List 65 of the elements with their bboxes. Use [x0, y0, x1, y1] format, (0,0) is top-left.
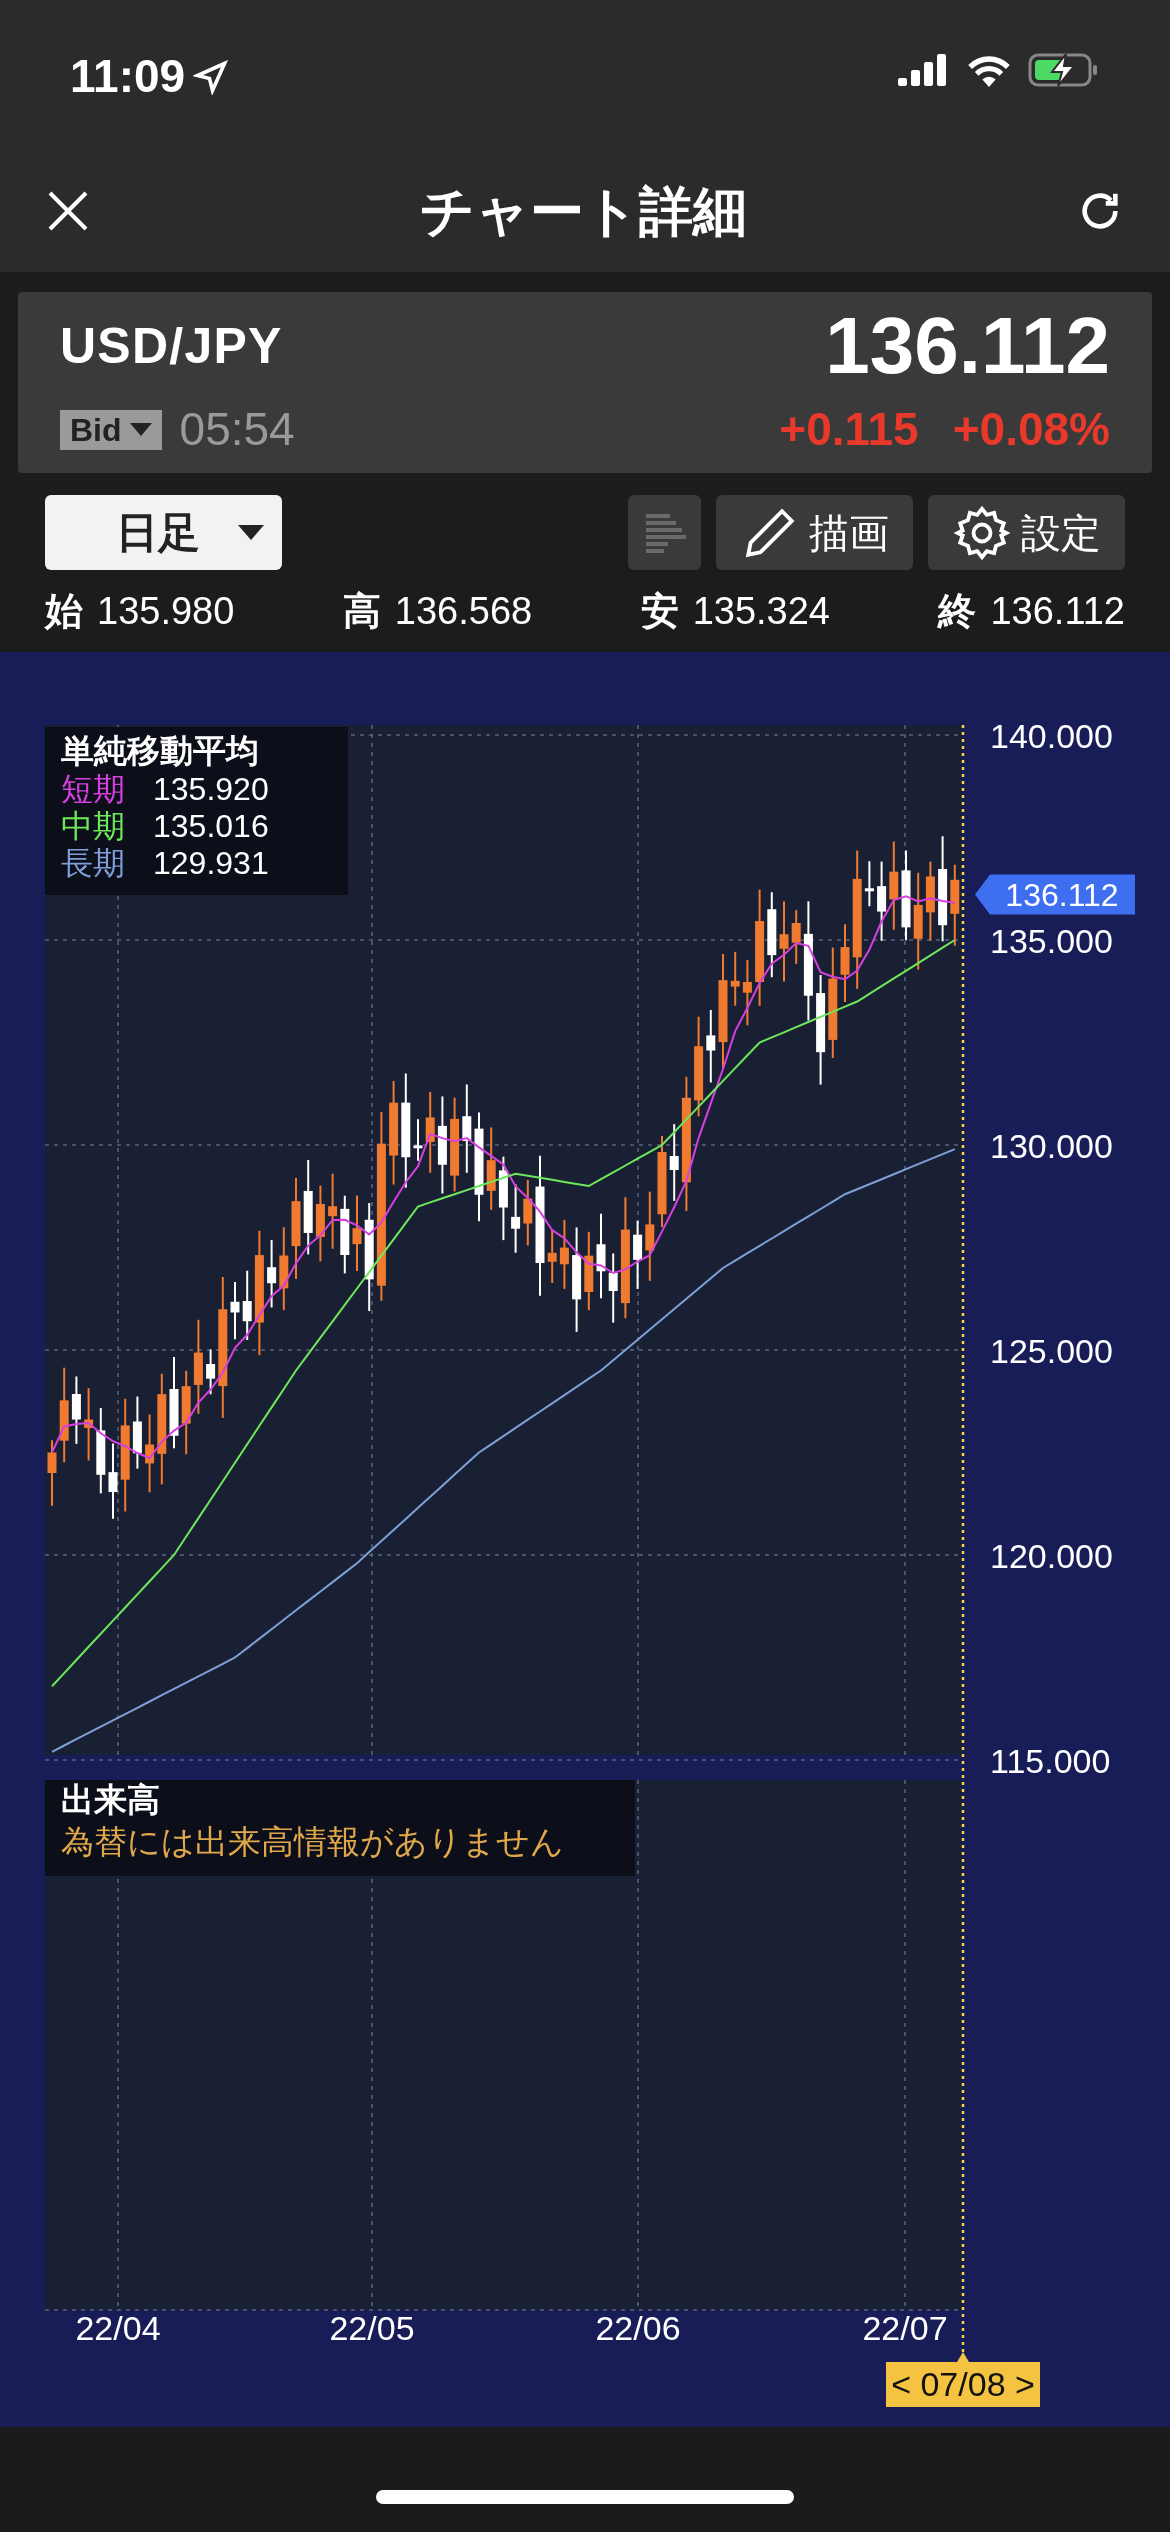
ohlc-label: 安 — [640, 588, 679, 634]
price-axis-label: 130.000 — [990, 1127, 1113, 1165]
volume-title: 出来高 — [61, 1780, 161, 1820]
candlestick — [47, 1439, 57, 1507]
legend-label: 長期 — [61, 845, 125, 882]
candlestick — [791, 909, 801, 965]
price-change-percent: +0.08% — [952, 402, 1110, 457]
date-axis-label: 22/04 — [75, 2309, 161, 2347]
wifi-icon — [966, 53, 1012, 87]
settings-button[interactable]: 設定 — [928, 495, 1125, 570]
date-axis-label: 22/06 — [595, 2309, 681, 2347]
legend-label: 短期 — [61, 771, 125, 808]
candlestick — [547, 1228, 557, 1284]
date-axis-label: 22/07 — [862, 2309, 948, 2347]
close-icon — [48, 191, 88, 231]
ohlc-value: 136.568 — [394, 588, 533, 634]
volume-message: 為替には出来高情報がありません — [61, 1822, 565, 1862]
ohlc-value: 136.112 — [990, 588, 1125, 634]
candlestick — [523, 1178, 533, 1247]
candlestick — [206, 1348, 216, 1396]
candlestick — [730, 950, 740, 1007]
candlestick — [559, 1218, 569, 1290]
candlestick — [230, 1281, 240, 1341]
ohlc-label: 始 — [45, 588, 83, 634]
price-axis-label: 120.000 — [990, 1537, 1113, 1575]
draw-button[interactable]: 描画 — [716, 495, 913, 570]
ohlc-value: 135.980 — [97, 588, 235, 634]
quote-time: 05:54 — [179, 402, 295, 457]
candlestick — [608, 1252, 618, 1324]
current-price: 136.112 — [825, 301, 1110, 391]
status-time: 11:09 — [70, 49, 186, 104]
legend-value: 135.920 — [153, 771, 269, 808]
price-change: +0.115 — [779, 402, 919, 457]
period-dropdown[interactable]: 日足 — [45, 495, 282, 570]
ohlc-label: 高 — [342, 588, 381, 634]
battery-charging-icon — [1028, 52, 1100, 88]
candlestick — [413, 1118, 423, 1162]
cursor-date-badge: < 07/08 > — [886, 2352, 1040, 2407]
caret-icon — [129, 422, 152, 437]
legend-label: 中期 — [61, 808, 125, 845]
price-axis-label: 135.000 — [990, 922, 1113, 960]
location-arrow-icon — [193, 58, 230, 95]
price-type-dropdown[interactable]: Bid — [60, 409, 162, 450]
candlestick — [633, 1219, 643, 1290]
ohlc-value: 135.324 — [692, 588, 830, 634]
legend-value: 135.016 — [153, 808, 269, 845]
caret-icon — [238, 524, 264, 541]
price-axis-label: 125.000 — [990, 1332, 1113, 1370]
screen-title: チャート詳細 — [419, 179, 747, 243]
currency-pair: USD/JPY — [60, 316, 283, 376]
ohlc-label: 終 — [938, 588, 977, 634]
candlestick — [71, 1375, 81, 1445]
price-axis-label: 115.000 — [990, 1742, 1111, 1780]
legend-title: 単純移動平均 — [61, 731, 260, 771]
candlestick — [742, 959, 752, 1027]
candlestick — [267, 1239, 277, 1309]
candlestick — [242, 1269, 252, 1341]
legend-value: 129.931 — [153, 845, 269, 882]
close-button[interactable] — [46, 189, 90, 233]
gear-icon — [952, 503, 1011, 562]
candlestick — [864, 860, 874, 908]
price-axis-label: 140.000 — [990, 717, 1113, 755]
candlestick — [511, 1183, 521, 1254]
date-axis-label: 22/05 — [329, 2309, 415, 2347]
current-price-tag: 136.112 — [975, 874, 1135, 915]
